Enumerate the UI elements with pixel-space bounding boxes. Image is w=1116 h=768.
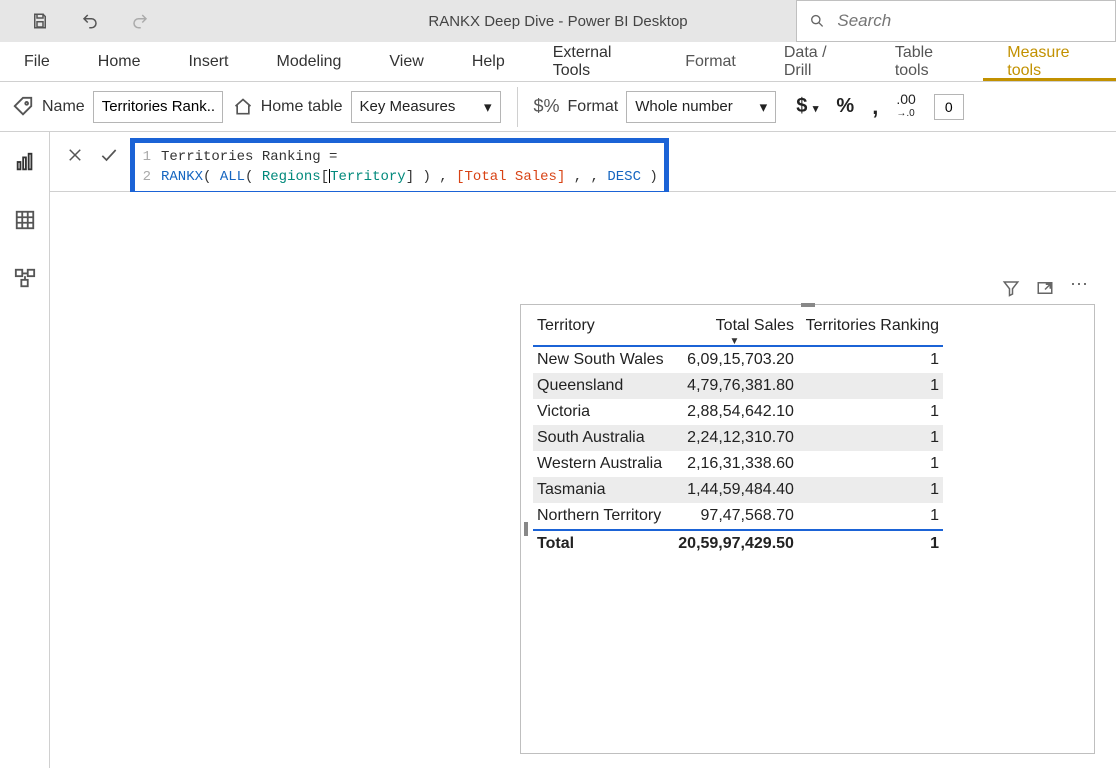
home-table-group: Home table Key Measures ▾ bbox=[233, 91, 501, 123]
titlebar: RANKX Deep Dive - Power BI Desktop bbox=[0, 0, 1116, 42]
divider bbox=[517, 87, 518, 127]
percent-icon[interactable]: % bbox=[836, 95, 854, 118]
save-icon[interactable] bbox=[24, 5, 56, 37]
home-icon bbox=[233, 97, 253, 117]
home-table-value: Key Measures bbox=[360, 98, 456, 115]
format-group: $% Format Whole number ▾ bbox=[534, 91, 777, 123]
table-row[interactable]: South Australia2,24,12,310.701 bbox=[533, 425, 943, 451]
app-root: RANKX Deep Dive - Power BI Desktop File … bbox=[0, 0, 1116, 768]
format-icon: $% bbox=[534, 96, 560, 117]
name-group: Name bbox=[12, 91, 223, 123]
home-table-select[interactable]: Key Measures ▾ bbox=[351, 91, 501, 123]
tab-file[interactable]: File bbox=[0, 42, 74, 81]
formula-editor[interactable]: 1Territories Ranking = 2RANKX( ALL( Regi… bbox=[130, 138, 669, 196]
formula-line1: Territories Ranking = bbox=[161, 149, 337, 165]
table-row[interactable]: Tasmania1,44,59,484.401 bbox=[533, 477, 943, 503]
decimal-toggle-icon[interactable]: .00→.0 bbox=[896, 93, 915, 120]
table-visual-frame[interactable]: ⋯ Territory Total Sales▼ Territories Ran… bbox=[520, 304, 1095, 754]
more-options-icon[interactable]: ⋯ bbox=[1070, 279, 1088, 297]
col-territory[interactable]: Territory bbox=[533, 311, 671, 346]
filter-icon[interactable] bbox=[1002, 279, 1020, 297]
thousands-icon[interactable]: , bbox=[872, 94, 878, 120]
search-input[interactable] bbox=[835, 10, 1103, 32]
ribbon-tabs: File Home Insert Modeling View Help Exte… bbox=[0, 42, 1116, 82]
tab-help[interactable]: Help bbox=[448, 42, 529, 81]
cancel-formula-icon[interactable] bbox=[58, 138, 92, 172]
report-view-icon[interactable] bbox=[11, 148, 39, 176]
subribbon: Name Home table Key Measures ▾ $% Format… bbox=[0, 82, 1116, 132]
model-view-icon[interactable] bbox=[11, 264, 39, 292]
table-row[interactable]: Western Australia2,16,31,338.601 bbox=[533, 451, 943, 477]
data-view-icon[interactable] bbox=[11, 206, 39, 234]
table-visual: Territory Total Sales▼ Territories Ranki… bbox=[521, 305, 1094, 563]
redo-icon[interactable] bbox=[124, 5, 156, 37]
tab-external-tools[interactable]: External Tools bbox=[529, 42, 661, 81]
name-label: Name bbox=[42, 98, 85, 116]
format-label: Format bbox=[568, 98, 619, 116]
format-value: Whole number bbox=[635, 98, 733, 115]
qat bbox=[0, 5, 156, 37]
col-territories-ranking[interactable]: Territories Ranking bbox=[798, 311, 943, 346]
currency-icon[interactable]: $ ▾ bbox=[796, 95, 818, 118]
col-total-sales[interactable]: Total Sales▼ bbox=[671, 311, 798, 346]
tab-modeling[interactable]: Modeling bbox=[252, 42, 365, 81]
tab-data-drill[interactable]: Data / Drill bbox=[760, 42, 871, 81]
tab-table-tools[interactable]: Table tools bbox=[871, 42, 983, 81]
home-table-label: Home table bbox=[261, 98, 343, 116]
focus-mode-icon[interactable] bbox=[1036, 279, 1054, 297]
measure-name-input[interactable] bbox=[93, 91, 223, 123]
report-canvas[interactable]: ⋯ Territory Total Sales▼ Territories Ran… bbox=[50, 192, 1116, 768]
tab-home[interactable]: Home bbox=[74, 42, 165, 81]
tab-insert[interactable]: Insert bbox=[164, 42, 252, 81]
chevron-down-icon: ▾ bbox=[484, 98, 492, 116]
search-box[interactable] bbox=[796, 0, 1116, 42]
undo-icon[interactable] bbox=[74, 5, 106, 37]
tab-format[interactable]: Format bbox=[661, 42, 760, 81]
decimals-input[interactable] bbox=[934, 94, 964, 120]
format-select[interactable]: Whole number ▾ bbox=[626, 91, 776, 123]
visual-header: ⋯ bbox=[1002, 279, 1088, 297]
formula-bar: 1Territories Ranking = 2RANKX( ALL( Regi… bbox=[50, 132, 1116, 192]
table-row[interactable]: Victoria2,88,54,642.101 bbox=[533, 399, 943, 425]
search-icon bbox=[809, 12, 825, 30]
resize-handle-left[interactable] bbox=[524, 522, 528, 536]
tab-measure-tools[interactable]: Measure tools bbox=[983, 42, 1116, 81]
tab-view[interactable]: View bbox=[365, 42, 447, 81]
commit-formula-icon[interactable] bbox=[92, 138, 126, 172]
chevron-down-icon: ▾ bbox=[760, 98, 768, 116]
table-row[interactable]: Northern Territory97,47,568.701 bbox=[533, 503, 943, 530]
tag-icon bbox=[12, 96, 34, 118]
format-icons-group: $ ▾ % , .00→.0 bbox=[796, 93, 964, 120]
table-row[interactable]: New South Wales6,09,15,703.201 bbox=[533, 346, 943, 373]
table-row[interactable]: Queensland4,79,76,381.801 bbox=[533, 373, 943, 399]
table-total-row: Total20,59,97,429.501 bbox=[533, 530, 943, 557]
sort-desc-icon: ▼ bbox=[730, 336, 740, 347]
left-rail bbox=[0, 132, 50, 768]
resize-handle-top[interactable] bbox=[801, 303, 815, 307]
